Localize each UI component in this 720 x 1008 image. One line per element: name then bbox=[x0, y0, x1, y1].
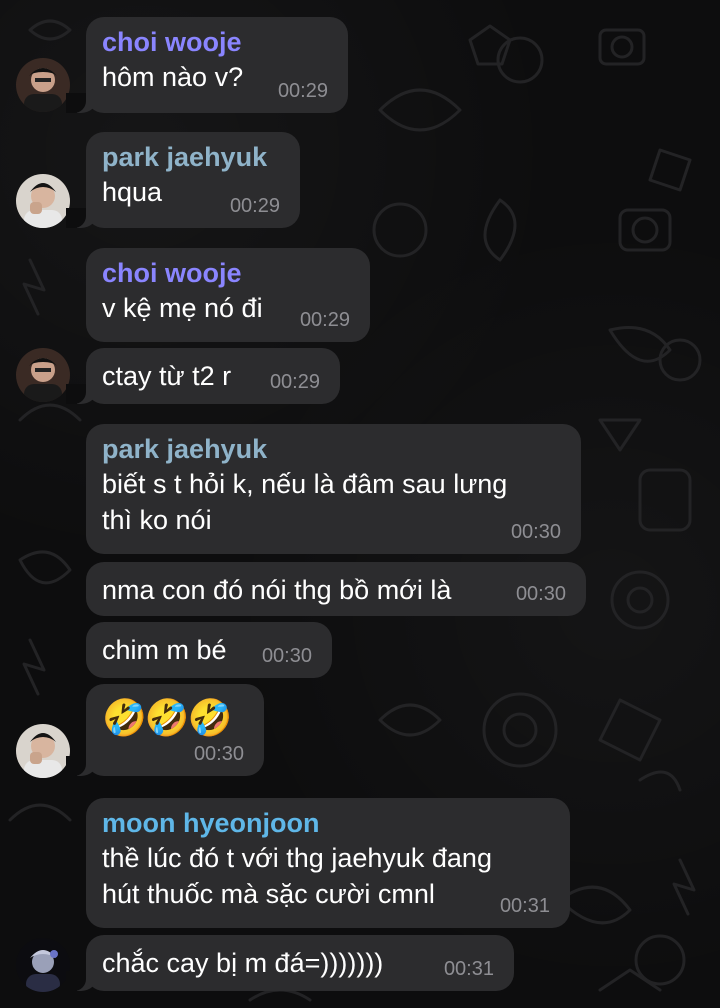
avatar-photo-icon bbox=[16, 938, 70, 992]
message-time: 00:30 bbox=[261, 645, 312, 667]
avatar-park-jaehyuk[interactable] bbox=[16, 174, 70, 228]
message-text-line: hút thuốc mà sặc cười cmnl bbox=[102, 879, 435, 909]
avatar-choi-wooje[interactable] bbox=[16, 348, 70, 402]
emoji-content: 🤣🤣🤣 bbox=[102, 697, 232, 738]
avatar-photo-icon bbox=[16, 174, 70, 228]
avatar-photo-icon bbox=[16, 58, 70, 112]
message-text-line: thề lúc đó t với thg jaehyuk đang bbox=[102, 843, 492, 873]
avatar-photo-icon bbox=[16, 724, 70, 778]
message-bubble[interactable]: park jaehyuk hqua 00:29 bbox=[66, 132, 300, 228]
message-bubble[interactable]: park jaehyuk biết s t hỏi k, nếu là đâm … bbox=[86, 424, 581, 554]
message-time: 00:30 bbox=[510, 521, 561, 543]
message-bubble[interactable]: choi wooje hôm nào v? 00:29 bbox=[66, 17, 348, 113]
sender-name: choi wooje bbox=[102, 258, 242, 288]
message-bubble[interactable]: 🤣🤣🤣 00:30 bbox=[66, 684, 264, 776]
message-time: 00:29 bbox=[229, 195, 280, 217]
message-time: 00:29 bbox=[277, 80, 328, 102]
sender-name: park jaehyuk bbox=[102, 434, 268, 464]
avatar-choi-wooje[interactable] bbox=[16, 58, 70, 112]
message-bubble[interactable]: moon hyeonjoon thề lúc đó t với thg jaeh… bbox=[86, 798, 570, 928]
message-text-line: thì ko nói bbox=[102, 505, 212, 535]
sender-name: moon hyeonjoon bbox=[102, 808, 320, 838]
message-bubble[interactable]: chim m bé 00:30 bbox=[86, 622, 332, 678]
message-bubble[interactable]: ctay từ t2 r 00:29 bbox=[66, 348, 340, 404]
message-time: 00:29 bbox=[299, 309, 350, 331]
message-bubble[interactable]: chắc cay bị m đá=))))))) 00:31 bbox=[66, 935, 514, 991]
message-time: 00:31 bbox=[443, 958, 494, 980]
avatar-park-jaehyuk[interactable] bbox=[16, 724, 70, 778]
message-time: 00:29 bbox=[269, 371, 320, 393]
sender-name: park jaehyuk bbox=[102, 142, 268, 172]
message-time: 00:30 bbox=[193, 743, 244, 765]
message-bubble[interactable]: choi wooje v kệ mẹ nó đi 00:29 bbox=[86, 248, 370, 342]
message-bubble[interactable]: nma con đó nói thg bồ mới là 00:30 bbox=[86, 562, 586, 616]
message-text: chắc cay bị m đá=))))))) bbox=[102, 948, 384, 978]
message-text-line: biết s t hỏi k, nếu là đâm sau lưng bbox=[102, 469, 508, 499]
message-time: 00:31 bbox=[499, 895, 550, 917]
message-text: nma con đó nói thg bồ mới là bbox=[102, 575, 452, 605]
avatar-photo-icon bbox=[16, 348, 70, 402]
avatar-moon-hyeonjoon[interactable] bbox=[16, 938, 70, 992]
message-time: 00:30 bbox=[515, 583, 566, 605]
sender-name: choi wooje bbox=[102, 27, 242, 57]
